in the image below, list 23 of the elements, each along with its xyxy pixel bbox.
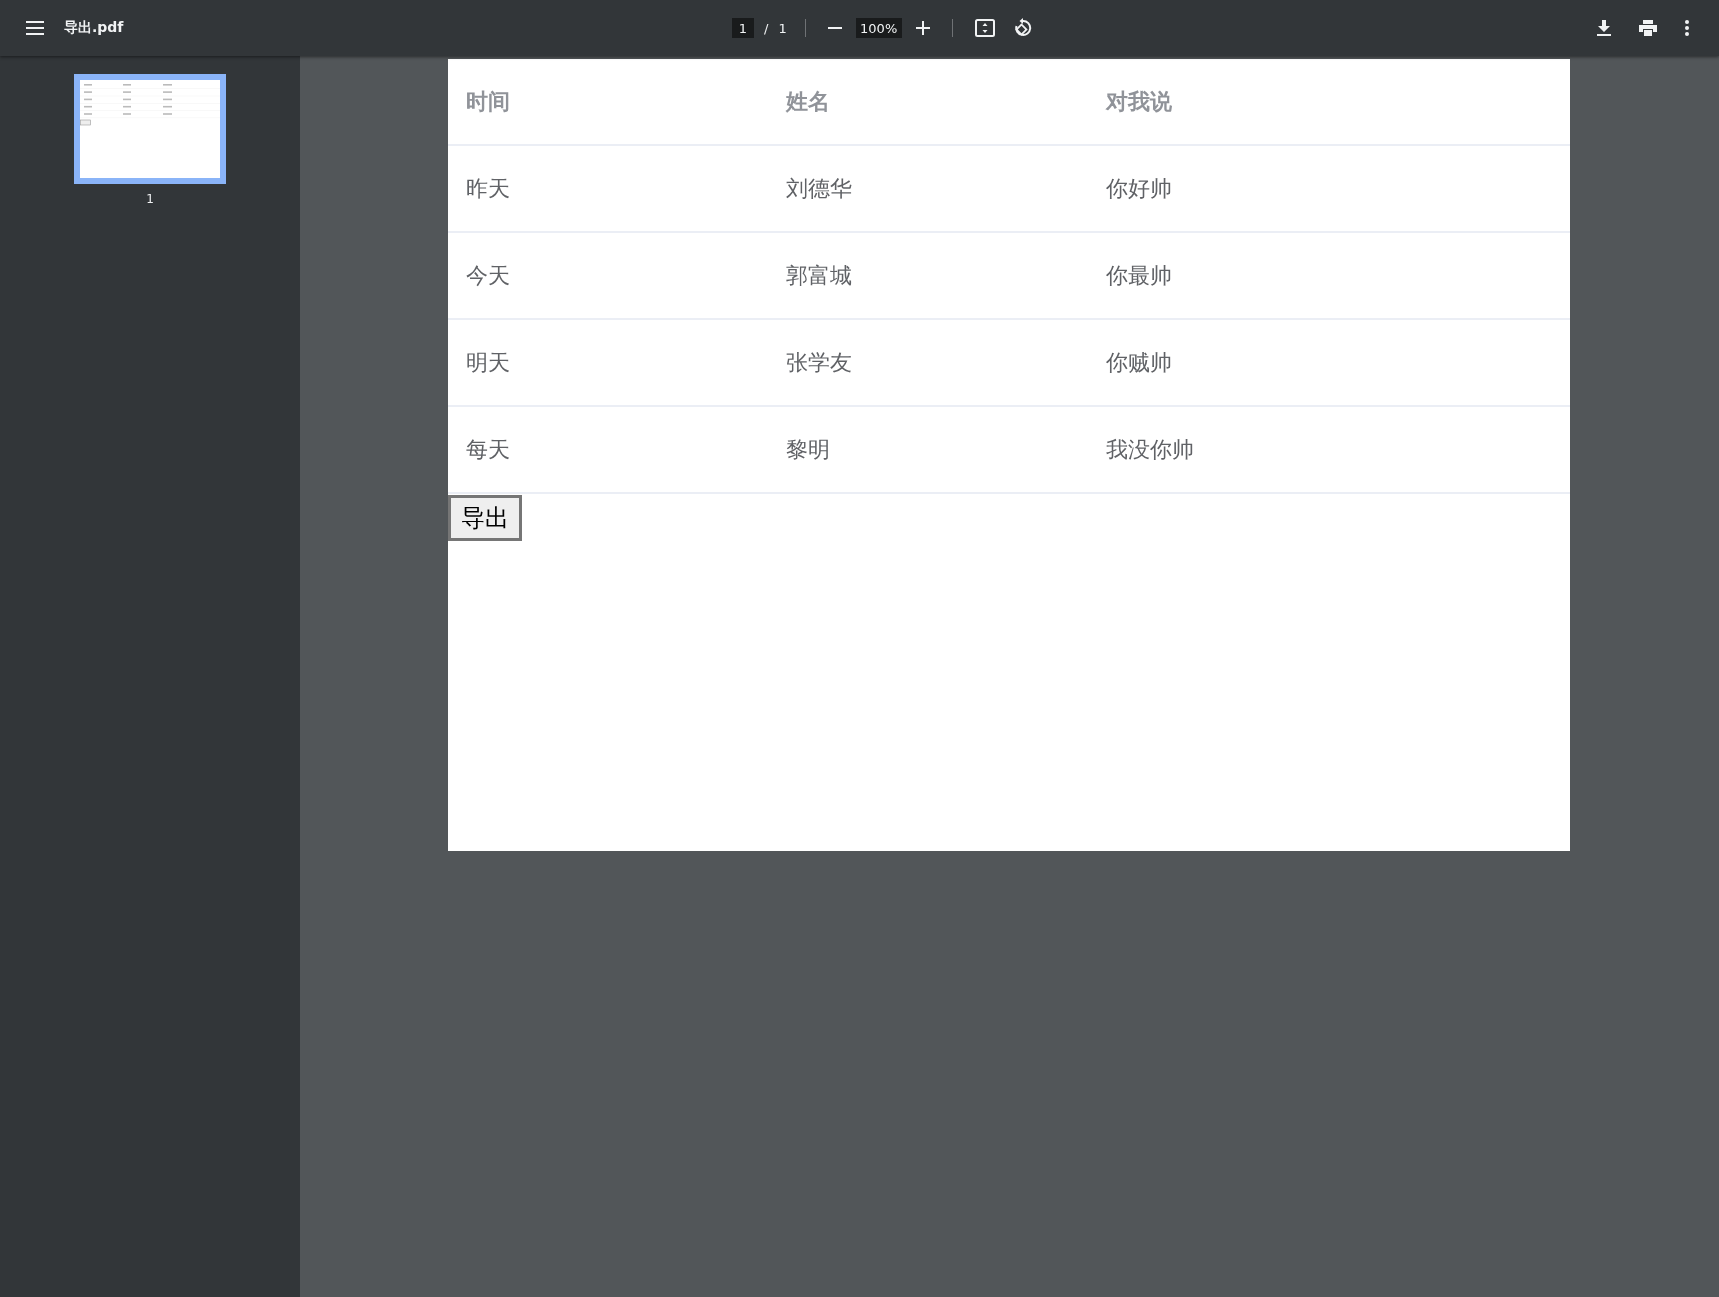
table-cell-text: 张学友 bbox=[785, 348, 853, 377]
page-number: 1 bbox=[146, 192, 154, 206]
table-cell-text: 每天 bbox=[465, 435, 511, 464]
page-number-field[interactable]: 1 bbox=[732, 18, 754, 38]
table-cell-text: 明天 bbox=[465, 348, 511, 377]
table-cell-text: 你最帅 bbox=[1105, 261, 1173, 290]
page-thumbnail[interactable] bbox=[74, 74, 226, 184]
table-cell-text: 你贼帅 bbox=[1105, 348, 1173, 377]
table-cell-text: 你好帅 bbox=[1105, 174, 1173, 203]
page-separator: / bbox=[764, 20, 769, 36]
table-cell-text: 刘德华 bbox=[785, 174, 853, 203]
column-header: 姓名 bbox=[785, 87, 831, 116]
table-cell-text: 我没你帅 bbox=[1105, 435, 1195, 464]
column-header: 时间 bbox=[465, 87, 511, 116]
zoom-field[interactable]: 100% bbox=[855, 18, 902, 38]
page-count: 1 bbox=[778, 20, 787, 36]
table-cell-text: 黎明 bbox=[785, 435, 831, 464]
table-cell-text: 昨天 bbox=[465, 174, 511, 203]
column-header: 对我说 bbox=[1104, 87, 1173, 116]
export-button[interactable]: 导出 bbox=[448, 495, 522, 541]
table-cell-text: 郭富城 bbox=[785, 261, 853, 290]
table-cell-text: 今天 bbox=[465, 261, 511, 290]
document-title: 导出.pdf bbox=[64, 19, 124, 37]
